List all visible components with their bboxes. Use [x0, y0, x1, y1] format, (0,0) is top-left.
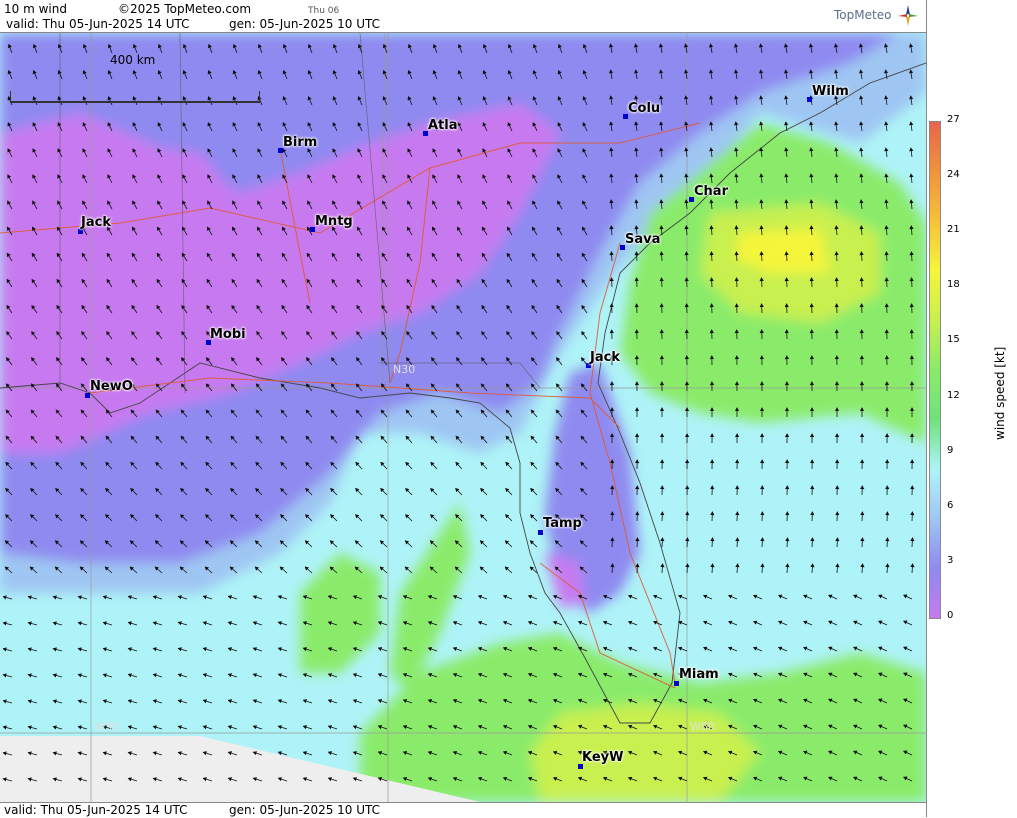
legend-tick-label: 21 [947, 224, 960, 235]
copyright: ©2025 TopMeteo.com [118, 2, 251, 16]
legend-tick-label: 27 [947, 114, 960, 125]
footer-gen-time: gen: 05-Jun-2025 10 UTC [229, 803, 380, 817]
legend-tick-label: 15 [947, 334, 960, 345]
legend-title: wind speed [kt] [993, 347, 1007, 440]
city-label-atla[interactable]: Atla [428, 118, 458, 133]
city-label-keyw[interactable]: KeyW [582, 750, 623, 765]
city-label-birm[interactable]: Birm [283, 135, 317, 150]
city-label-jacksonville[interactable]: Jack [590, 350, 620, 365]
legend-tick-label: 3 [947, 555, 953, 566]
city-label-mntg[interactable]: Mntg [315, 214, 353, 229]
footer-valid-time: valid: Thu 05-Jun-2025 14 UTC [4, 803, 188, 817]
legend-tick-label: 9 [947, 445, 953, 456]
colorbar [929, 121, 941, 619]
scale-bar [10, 91, 260, 103]
city-label-miam[interactable]: Miam [679, 667, 719, 682]
topmeteo-logo: TopMeteo [834, 8, 891, 22]
city-label-jackson[interactable]: Jack [81, 215, 111, 230]
legend-tick-label: 12 [947, 390, 960, 401]
city-label-sava[interactable]: Sava [625, 232, 660, 247]
legend-tick-label: 18 [947, 279, 960, 290]
grid-label-w80: W80 [690, 720, 715, 733]
footer-bar: valid: Thu 05-Jun-2025 14 UTC gen: 05-Ju… [0, 802, 926, 818]
city-label-newo[interactable]: NewO [90, 379, 133, 394]
city-label-wilm[interactable]: Wilm [812, 84, 849, 99]
gen-time: gen: 05-Jun-2025 10 UTC [229, 17, 380, 31]
header-bar: 10 m wind ©2025 TopMeteo.com Thu 06 vali… [0, 0, 926, 33]
grid-label-n30: N30 [393, 363, 415, 376]
valid-time: valid: Thu 05-Jun-2025 14 UTC [6, 17, 190, 31]
city-label-char[interactable]: Char [694, 184, 728, 199]
city-label-tamp[interactable]: Tamp [543, 516, 582, 531]
legend-panel: wind speed [kt] 27 24 21 18 15 12 9 6 3 0 [926, 0, 1017, 817]
variable-title: 10 m wind [4, 2, 67, 16]
compass-icon [898, 5, 918, 27]
legend-tick-label: 6 [947, 500, 953, 511]
wind-map[interactable]: 400 km N30 W90 W80 Wilm Colu Atla Birm C… [0, 33, 926, 802]
grid-label-w90: W90 [95, 720, 120, 733]
legend-tick-label: 24 [947, 169, 960, 180]
city-label-mobi[interactable]: Mobi [210, 327, 246, 342]
city-label-colu[interactable]: Colu [628, 101, 660, 116]
day-label: Thu 06 [308, 4, 339, 18]
legend-tick-label: 0 [947, 610, 953, 621]
scale-label: 400 km [110, 53, 155, 67]
